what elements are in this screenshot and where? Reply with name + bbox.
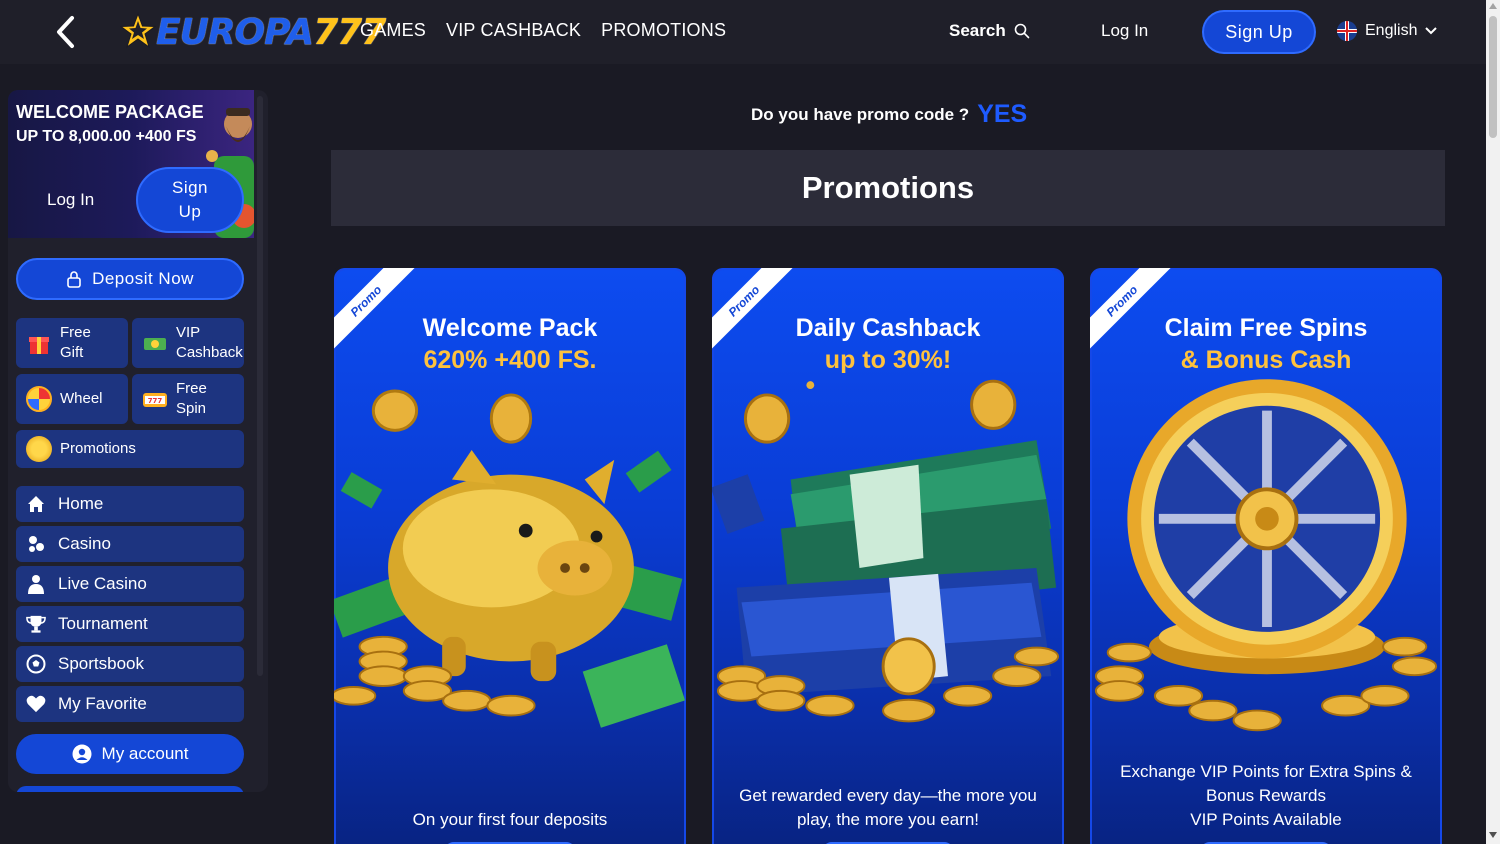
gift-icon [26, 330, 52, 356]
promo-card-claim-free-spins[interactable]: Promo Claim Free Spins & Bonus Cash Exch… [1087, 265, 1445, 844]
card-description: On your first four deposits [412, 810, 608, 829]
sidebar: WELCOME PACKAGE UP TO 8,000.00 +400 FS L… [8, 90, 268, 792]
language-label: English [1365, 22, 1418, 39]
logo-wordmark: EUROPA777 [156, 11, 386, 53]
sidebar-signup-button[interactable]: Sign Up [136, 167, 244, 233]
user-icon [72, 744, 92, 764]
tile-label: Wheel [60, 390, 103, 407]
golden-wheel-image [1094, 379, 1438, 732]
tile-free-spin[interactable]: 777 Free Spin [132, 374, 244, 424]
header-signup-button[interactable]: Sign Up [1202, 10, 1316, 54]
lock-icon [67, 271, 81, 288]
search-button[interactable]: Search [949, 21, 1030, 41]
promo-question-text: Do you have promo code ? [751, 104, 970, 124]
promo-card-welcome-pack[interactable]: Promo Welcome Pack 620% +400 FS. On your… [331, 265, 689, 844]
signup-line2: Up [178, 202, 202, 221]
deposit-label: Deposit Now [92, 269, 194, 288]
sidebar-login-button[interactable]: Log In [47, 190, 94, 210]
scroll-up-arrow-icon[interactable] [1489, 3, 1497, 9]
sidebar-item-my-favorite[interactable]: My Favorite [16, 686, 244, 722]
tile-label: Free Spin [176, 380, 207, 417]
card-title: Claim Free Spins [1164, 314, 1368, 342]
svg-text:777: 777 [148, 397, 163, 405]
dealer-icon [26, 574, 46, 594]
main-nav: GAMES VIP CASHBACK PROMOTIONS [360, 20, 726, 41]
my-account-button[interactable]: My account [16, 734, 244, 774]
tile-label: Promotions [60, 440, 136, 457]
card-subtitle: up to 30%! [824, 346, 952, 374]
promo-card-daily-cashback[interactable]: Promo Daily Cashback up to 30%! Get rewa… [709, 265, 1067, 844]
nav-games[interactable]: GAMES [360, 20, 426, 41]
menu-label: Live Casino [58, 574, 147, 593]
card-title: Daily Cashback [795, 314, 981, 342]
tile-label: VIP Cashback [176, 324, 243, 361]
menu-label: My Favorite [58, 694, 147, 713]
welcome-package-banner: WELCOME PACKAGE UP TO 8,000.00 +400 FS L… [8, 90, 254, 238]
nav-vip-cashback[interactable]: VIP CASHBACK [446, 20, 581, 41]
card-subtitle: 620% +400 FS. [423, 346, 597, 374]
soccer-ball-icon [26, 654, 46, 674]
menu-label: Tournament [58, 614, 148, 633]
star-logo-icon [120, 12, 156, 49]
money-stack-image [712, 379, 1060, 723]
sidebar-item-live-casino[interactable]: Live Casino [16, 566, 244, 602]
uk-flag-icon [1337, 21, 1357, 41]
page-title-bar: Promotions [331, 150, 1445, 226]
promo-yes-link[interactable]: YES [977, 100, 1027, 129]
card-description: Exchange VIP Points for Extra Spins & Bon… [1120, 762, 1412, 829]
trophy-icon [26, 614, 46, 634]
page-title: Promotions [801, 170, 975, 205]
heart-icon [26, 694, 46, 714]
back-button[interactable] [48, 14, 82, 50]
chevron-down-icon [1425, 27, 1438, 35]
card-description: Get rewarded every day—the more you play,… [739, 786, 1037, 829]
menu-label: Home [58, 494, 104, 513]
cash-icon [142, 330, 168, 356]
tile-wheel[interactable]: Wheel [16, 374, 128, 424]
site-logo[interactable]: EUROPA777 [120, 10, 386, 54]
home-icon [26, 494, 46, 514]
page-scrollbar-thumb[interactable] [1489, 16, 1497, 138]
signup-line1: Sign [171, 178, 209, 197]
deposit-now-button[interactable]: Deposit Now [16, 258, 244, 300]
nav-promotions[interactable]: PROMOTIONS [601, 20, 726, 41]
language-selector[interactable]: English [1337, 21, 1438, 41]
promo-code-prompt: Do you have promo code ? YES [751, 100, 1027, 129]
tile-label: Free Gift [60, 324, 91, 361]
menu-label: Casino [58, 534, 111, 553]
slot-icon: 777 [142, 386, 168, 412]
wheel-icon [26, 386, 52, 412]
welcome-title: WELCOME PACKAGE [16, 102, 204, 122]
coin-icon [26, 436, 52, 462]
search-icon [1014, 23, 1030, 39]
header-login-button[interactable]: Log In [1101, 21, 1148, 41]
chevron-left-icon [57, 16, 74, 48]
tile-promotions[interactable]: Promotions [16, 430, 244, 468]
welcome-subtitle: UP TO 8,000.00 +400 FS [16, 128, 197, 145]
piggy-bank-image [334, 389, 686, 728]
search-label: Search [949, 21, 1006, 40]
sidebar-next-button[interactable] [16, 786, 244, 792]
tile-vip-cashback[interactable]: VIP Cashback [132, 318, 244, 368]
sidebar-item-tournament[interactable]: Tournament [16, 606, 244, 642]
sidebar-item-casino[interactable]: Casino [16, 526, 244, 562]
card-title: Welcome Pack [422, 314, 598, 342]
tile-free-gift[interactable]: Free Gift [16, 318, 128, 368]
sidebar-scrollbar[interactable] [257, 96, 263, 676]
my-account-label: My account [101, 744, 189, 763]
scroll-down-arrow-icon[interactable] [1489, 832, 1497, 838]
card-subtitle: & Bonus Cash [1180, 346, 1352, 374]
top-header: EUROPA777 GAMES VIP CASHBACK PROMOTIONS … [0, 0, 1486, 64]
menu-label: Sportsbook [58, 654, 144, 673]
casino-icon [26, 534, 46, 554]
sidebar-item-sportsbook[interactable]: Sportsbook [16, 646, 244, 682]
sidebar-item-home[interactable]: Home [16, 486, 244, 522]
